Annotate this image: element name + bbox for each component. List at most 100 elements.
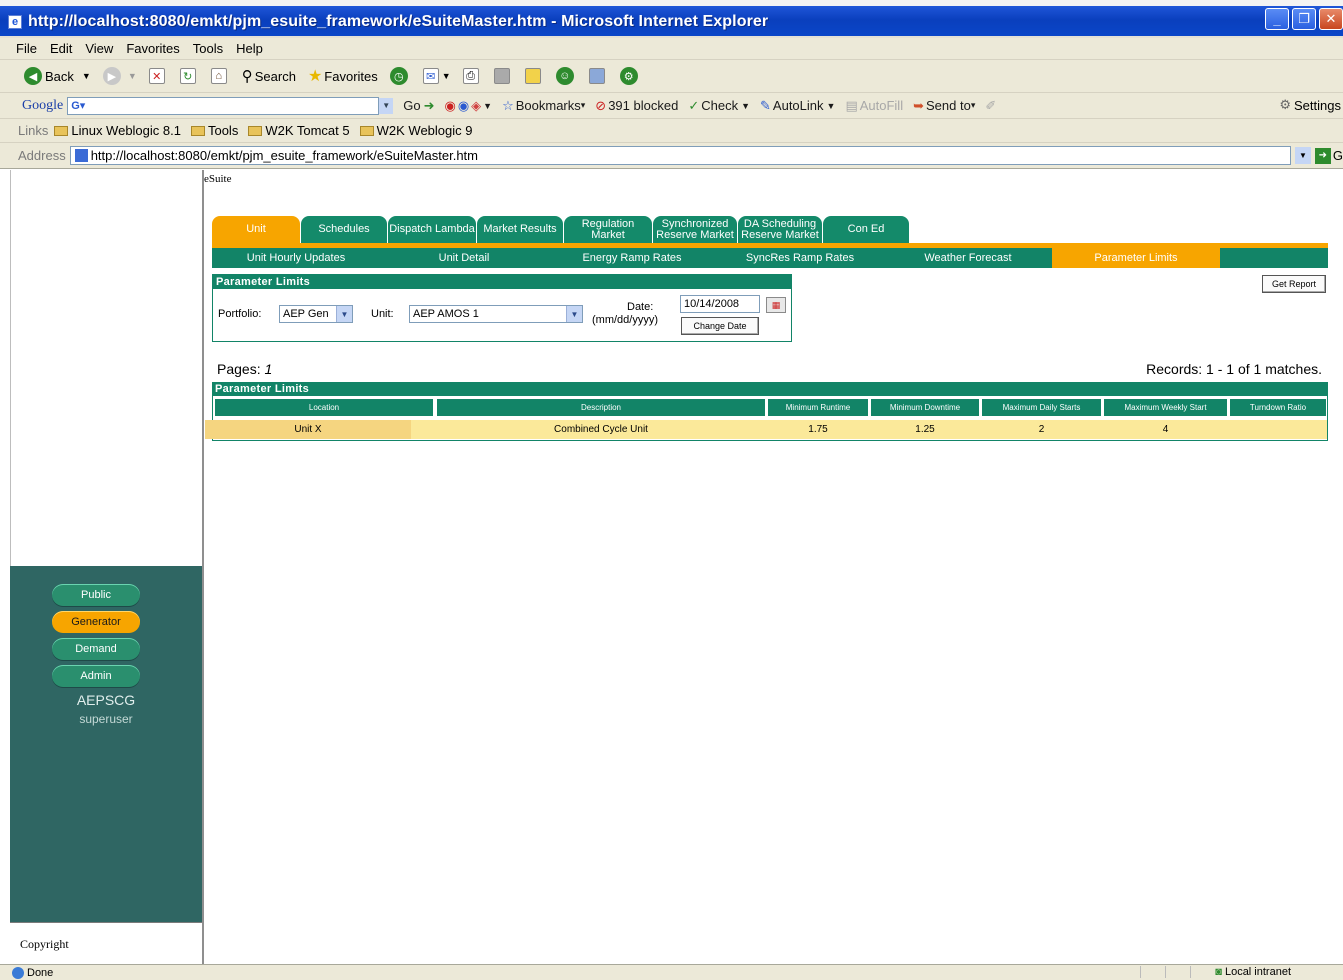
tab-con-ed[interactable]: Con Ed xyxy=(823,216,909,243)
check-dropdown-icon: ▼ xyxy=(741,100,751,111)
tab-synchronized-reserve-market[interactable]: Synchronized Reserve Market xyxy=(653,216,737,243)
column-header-description[interactable]: Description xyxy=(437,399,765,416)
link-w2k-tomcat[interactable]: W2K Tomcat 5 xyxy=(248,123,350,138)
print-icon: ⎙ xyxy=(462,68,479,84)
tab-regulation-market[interactable]: Regulation Market xyxy=(564,216,652,243)
check-label: Check xyxy=(701,98,739,113)
google-extras[interactable]: ◉ ◉ ◈ ▼ xyxy=(444,98,492,114)
history-icon: ◷ xyxy=(389,67,408,85)
nav-demand-button[interactable]: Demand xyxy=(52,638,140,660)
tab-market-results[interactable]: Market Results xyxy=(477,216,563,243)
google-logo[interactable]: Google xyxy=(22,98,63,114)
get-report-button[interactable]: Get Report xyxy=(1262,275,1326,293)
discuss-button[interactable] xyxy=(524,68,544,84)
copyright-link[interactable]: Copyright xyxy=(20,937,69,952)
send-to-button[interactable]: ➥ Send to ▾ xyxy=(913,98,975,114)
menu-edit[interactable]: Edit xyxy=(50,41,72,56)
portfolio-select[interactable]: AEP Gen ▼ xyxy=(279,305,353,323)
menu-favorites[interactable]: Favorites xyxy=(126,41,179,56)
link-linux-weblogic[interactable]: Linux Weblogic 8.1 xyxy=(54,123,181,138)
close-button[interactable]: ✕ xyxy=(1319,8,1343,30)
favorites-label: Favorites xyxy=(324,68,378,84)
current-page-link[interactable]: 1 xyxy=(264,361,272,377)
link-tools[interactable]: Tools xyxy=(190,123,238,138)
favorites-button[interactable]: ★ Favorites xyxy=(308,66,378,86)
restore-button[interactable]: ❐ xyxy=(1292,8,1316,30)
table-cell-minimum-runtime: 1.75 xyxy=(808,424,828,435)
subtab-weather-forecast[interactable]: Weather Forecast xyxy=(884,248,1052,268)
google-search-input[interactable]: G▾ xyxy=(67,96,380,115)
forward-dropdown-icon[interactable]: ▼ xyxy=(128,71,137,81)
subtab-syncres-ramp-rates[interactable]: SyncRes Ramp Rates xyxy=(716,248,884,268)
autofill-button[interactable]: ▤ AutoFill xyxy=(845,98,903,114)
column-header-maximum-weekly-start[interactable]: Maximum Weekly Start xyxy=(1104,399,1227,416)
tab-da-scheduling-reserve-market[interactable]: DA Scheduling Reserve Market xyxy=(738,216,822,243)
link-w2k-weblogic[interactable]: W2K Weblogic 9 xyxy=(359,123,472,138)
go-button[interactable]: ➜ G xyxy=(1314,147,1343,164)
messenger-button[interactable]: ☺ xyxy=(555,67,577,85)
forward-arrow-icon: ▶ xyxy=(102,67,121,85)
subtab-parameter-limits[interactable]: Parameter Limits xyxy=(1052,248,1220,268)
portfolio-label: Portfolio: xyxy=(218,308,262,320)
back-dropdown-icon[interactable]: ▼ xyxy=(82,71,91,81)
google-search-dropdown-icon[interactable]: ▼ xyxy=(379,97,394,114)
google-go-button[interactable]: Go ➜ xyxy=(403,98,434,114)
forward-button[interactable]: ▶ ▼ xyxy=(102,67,137,85)
mail-icon: ✉ xyxy=(422,68,439,84)
subtab-energy-ramp-rates[interactable]: Energy Ramp Rates xyxy=(548,248,716,268)
minimize-button[interactable]: _ xyxy=(1265,8,1289,30)
intranet-zone-icon: ◙ xyxy=(1215,966,1222,978)
unit-select[interactable]: AEP AMOS 1 ▼ xyxy=(409,305,583,323)
search-button[interactable]: ⚲ Search xyxy=(242,67,296,85)
stop-button[interactable]: ✕ xyxy=(148,68,168,84)
google-bookmarks-button[interactable]: ☆ Bookmarks ▾ xyxy=(502,98,585,114)
left-navigation: Public Generator Demand Admin AEPSCG sup… xyxy=(10,566,202,922)
refresh-button[interactable]: ↻ xyxy=(179,68,199,84)
back-arrow-icon: ◀ xyxy=(24,67,42,85)
google-settings-button[interactable]: ⚙ Settings xyxy=(1279,97,1341,113)
menu-tools[interactable]: Tools xyxy=(193,41,223,56)
highlight-button[interactable]: ✐ xyxy=(985,98,996,114)
subtab-unit-detail[interactable]: Unit Detail xyxy=(380,248,548,268)
column-header-location[interactable]: Location xyxy=(215,399,433,416)
calendar-icon[interactable]: ▦ xyxy=(766,297,786,313)
home-button[interactable]: ⌂ xyxy=(210,68,230,84)
google-g-icon: G▾ xyxy=(71,100,86,112)
nav-generator-button[interactable]: Generator xyxy=(52,611,140,633)
column-header-minimum-runtime[interactable]: Minimum Runtime xyxy=(768,399,868,416)
frame-title: eSuite xyxy=(204,173,232,185)
menu-help[interactable]: Help xyxy=(236,41,263,56)
research-button[interactable] xyxy=(588,68,608,84)
tab-dispatch-lambda[interactable]: Dispatch Lambda xyxy=(388,216,476,243)
nav-admin-button[interactable]: Admin xyxy=(52,665,140,687)
autolink-button[interactable]: ✎ AutoLink ▼ xyxy=(760,98,835,114)
menu-file[interactable]: File xyxy=(16,41,37,56)
nav-public-button[interactable]: Public xyxy=(52,584,140,606)
tool-icon: ⚙ xyxy=(619,67,638,85)
column-header-turndown-ratio[interactable]: Turndown Ratio xyxy=(1230,399,1326,416)
stop-icon: ✕ xyxy=(148,68,165,84)
folder-icon xyxy=(359,125,374,136)
edit-button[interactable] xyxy=(493,68,513,84)
column-header-minimum-downtime[interactable]: Minimum Downtime xyxy=(871,399,979,416)
history-button[interactable]: ◷ xyxy=(389,67,411,85)
print-button[interactable]: ⎙ xyxy=(462,68,482,84)
tool-button[interactable]: ⚙ xyxy=(619,67,641,85)
window-title: http://localhost:8080/emkt/pjm_esuite_fr… xyxy=(28,13,769,30)
mail-button[interactable]: ✉ ▼ xyxy=(422,68,451,84)
spell-check-button[interactable]: ✓ Check ▼ xyxy=(688,98,750,114)
folder-icon xyxy=(248,125,263,136)
subtab-unit-hourly-updates[interactable]: Unit Hourly Updates xyxy=(212,248,380,268)
back-button[interactable]: ◀ Back ▼ xyxy=(24,67,91,85)
column-header-maximum-daily-starts[interactable]: Maximum Daily Starts xyxy=(982,399,1101,416)
popup-blocked-button[interactable]: ⊘ 391 blocked xyxy=(595,98,678,114)
menu-view[interactable]: View xyxy=(85,41,113,56)
main-frame: eSuite Unit Schedules Dispatch Lambda Ma… xyxy=(204,170,1343,964)
tab-schedules[interactable]: Schedules xyxy=(301,216,387,243)
change-date-button[interactable]: Change Date xyxy=(681,317,759,335)
address-input[interactable]: http://localhost:8080/emkt/pjm_esuite_fr… xyxy=(69,146,1292,165)
address-dropdown-icon[interactable]: ▼ xyxy=(1295,147,1311,164)
date-input[interactable]: 10/14/2008 xyxy=(680,295,760,313)
autolink-icon: ✎ xyxy=(760,97,771,113)
tab-unit[interactable]: Unit xyxy=(212,216,300,243)
